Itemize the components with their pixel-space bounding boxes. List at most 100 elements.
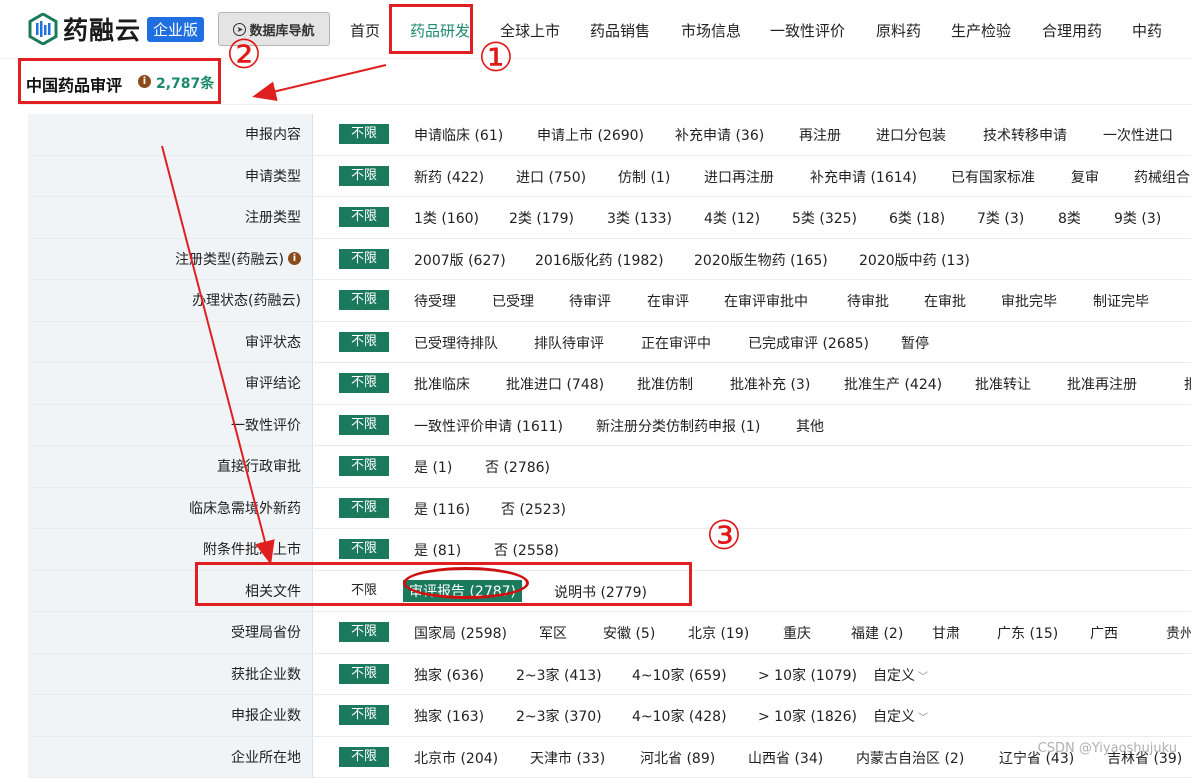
filter-option[interactable]: 广东 (15) bbox=[997, 623, 1058, 643]
filter-option[interactable]: 4类 (12) bbox=[704, 208, 760, 228]
filter-option[interactable]: 批准补充 (3) bbox=[730, 374, 810, 394]
filter-option[interactable]: 批准再注册 bbox=[1067, 374, 1137, 394]
filter-option[interactable]: 独家 (636) bbox=[414, 665, 484, 685]
filter-option[interactable]: 正在审评中 bbox=[641, 333, 711, 353]
filter-all-chip[interactable]: 不限 bbox=[339, 332, 389, 352]
filter-option[interactable]: 北京 (19) bbox=[688, 623, 749, 643]
filter-option[interactable]: 2020版中药 (13) bbox=[859, 250, 970, 270]
filter-option[interactable]: 8类 bbox=[1058, 208, 1081, 228]
filter-option[interactable]: 军区 bbox=[539, 623, 567, 643]
filter-option[interactable]: 1类 (160) bbox=[414, 208, 479, 228]
filter-option[interactable]: 2020版生物药 (165) bbox=[694, 250, 828, 270]
filter-option[interactable]: 仿制 (1) bbox=[618, 167, 670, 187]
filter-option[interactable]: 待审批 bbox=[847, 291, 889, 311]
filter-option[interactable]: 4~10家 (659) bbox=[632, 665, 727, 685]
filter-option[interactable]: 6类 (18) bbox=[889, 208, 945, 228]
filter-option[interactable]: 河北省 (89) bbox=[640, 748, 715, 768]
filter-option[interactable]: 是 (1) bbox=[414, 457, 452, 477]
filter-all-chip[interactable]: 不限 bbox=[339, 290, 389, 310]
filter-all-chip[interactable]: 不限 bbox=[339, 456, 389, 476]
filter-all-chip[interactable]: 不限 bbox=[339, 166, 389, 186]
filter-option[interactable]: 安徽 (5) bbox=[603, 623, 655, 643]
filter-option[interactable]: 2~3家 (413) bbox=[516, 665, 602, 685]
filter-option[interactable]: 排队待审评 bbox=[534, 333, 604, 353]
filter-option[interactable]: 待审评 bbox=[569, 291, 611, 311]
filter-option[interactable]: 补充申请 (1614) bbox=[810, 167, 917, 187]
filter-option[interactable]: 3类 (133) bbox=[607, 208, 672, 228]
filter-option[interactable]: 已有国家标准 bbox=[951, 167, 1035, 187]
filter-option[interactable]: 2007版 (627) bbox=[414, 250, 506, 270]
filter-all-chip[interactable]: 不限 bbox=[339, 664, 389, 684]
filter-option[interactable]: 天津市 (33) bbox=[530, 748, 605, 768]
filter-option[interactable]: 补充申请 (36) bbox=[675, 125, 764, 145]
filter-option[interactable]: 批准进口 (748) bbox=[506, 374, 604, 394]
filter-option[interactable]: 国家局 (2598) bbox=[414, 623, 507, 643]
filter-option[interactable]: 5类 (325) bbox=[792, 208, 857, 228]
filter-all-chip[interactable]: 不限 bbox=[339, 747, 389, 767]
filter-option[interactable]: 新注册分类仿制药申报 (1) bbox=[596, 416, 760, 436]
filter-option[interactable]: 否 (2558) bbox=[494, 540, 559, 560]
filter-option[interactable]: 技术转移申请 bbox=[983, 125, 1067, 145]
filter-option[interactable]: 申请临床 (61) bbox=[414, 125, 503, 145]
filter-option[interactable]: 申请上市 (2690) bbox=[537, 125, 644, 145]
nav-api[interactable]: 原料药 bbox=[876, 20, 921, 41]
filter-option[interactable]: 制证完毕 bbox=[1093, 291, 1149, 311]
filter-option[interactable]: 2类 (179) bbox=[509, 208, 574, 228]
filter-option[interactable]: 山西省 (34) bbox=[748, 748, 823, 768]
nav-consistency-eval[interactable]: 一致性评价 bbox=[770, 20, 845, 41]
nav-production-test[interactable]: 生产检验 bbox=[951, 20, 1011, 41]
filter-option[interactable]: 进口分包装 bbox=[876, 125, 946, 145]
info-icon[interactable]: i bbox=[138, 75, 151, 88]
filter-option[interactable]: > 10家 (1826) bbox=[758, 706, 857, 726]
filter-option[interactable]: 自定义﹀ bbox=[873, 665, 928, 685]
filter-option[interactable]: 新药 (422) bbox=[414, 167, 484, 187]
filter-all-chip[interactable]: 不限 bbox=[339, 207, 389, 227]
filter-option[interactable]: 药械组合 bbox=[1134, 167, 1190, 187]
filter-option[interactable]: 已完成审评 (2685) bbox=[748, 333, 869, 353]
filter-option[interactable]: 7类 (3) bbox=[977, 208, 1024, 228]
filter-option[interactable]: 暂停 bbox=[901, 333, 929, 353]
filter-option[interactable]: 内蒙古自治区 (2) bbox=[856, 748, 964, 768]
filter-option[interactable]: 进口再注册 bbox=[704, 167, 774, 187]
filter-all-chip[interactable]: 不限 bbox=[339, 498, 389, 518]
filter-option[interactable]: 一次性进口 bbox=[1103, 125, 1173, 145]
filter-option[interactable]: 批准生产 (424) bbox=[844, 374, 942, 394]
nav-tcm[interactable]: 中药 bbox=[1132, 20, 1162, 41]
logo[interactable]: 药融云 企业版 bbox=[27, 11, 204, 47]
filter-option[interactable]: 北京市 (204) bbox=[414, 748, 498, 768]
filter-option[interactable]: 否 (2523) bbox=[501, 499, 566, 519]
filter-option[interactable]: 9类 (3) bbox=[1114, 208, 1161, 228]
filter-option[interactable]: 再注册 bbox=[799, 125, 841, 145]
filter-option[interactable]: 重庆 bbox=[783, 623, 811, 643]
filter-option[interactable]: 2~3家 (370) bbox=[516, 706, 602, 726]
filter-option[interactable]: 复审 bbox=[1071, 167, 1099, 187]
nav-market-info[interactable]: 市场信息 bbox=[681, 20, 741, 41]
filter-option[interactable]: 2016版化药 (1982) bbox=[535, 250, 664, 270]
info-icon[interactable]: i bbox=[288, 252, 301, 265]
filter-option[interactable]: 批准 bbox=[1184, 374, 1191, 394]
filter-option[interactable]: 待受理 bbox=[414, 291, 456, 311]
filter-option[interactable]: 在审批 bbox=[924, 291, 966, 311]
filter-option[interactable]: 福建 (2) bbox=[851, 623, 903, 643]
nav-rational-drug-use[interactable]: 合理用药 bbox=[1042, 20, 1102, 41]
filter-option[interactable]: 已受理待排队 bbox=[414, 333, 498, 353]
filter-option[interactable]: 4~10家 (428) bbox=[632, 706, 727, 726]
filter-option[interactable]: 其他 bbox=[796, 416, 824, 436]
filter-option[interactable]: 在审评审批中 bbox=[724, 291, 808, 311]
filter-option[interactable]: 广西 bbox=[1090, 623, 1118, 643]
filter-all-chip[interactable]: 不限 bbox=[339, 124, 389, 144]
filter-option[interactable]: 自定义﹀ bbox=[873, 706, 928, 726]
filter-option[interactable]: 在审评 bbox=[647, 291, 689, 311]
filter-option[interactable]: 否 (2786) bbox=[485, 457, 550, 477]
nav-drug-sales[interactable]: 药品销售 bbox=[590, 20, 650, 41]
filter-option[interactable]: 批准临床 bbox=[414, 374, 470, 394]
filter-all-chip[interactable]: 不限 bbox=[339, 415, 389, 435]
filter-option[interactable]: 批准仿制 bbox=[637, 374, 693, 394]
filter-all-chip[interactable]: 不限 bbox=[339, 705, 389, 725]
filter-option[interactable]: 贵州 bbox=[1166, 623, 1191, 643]
filter-option[interactable]: 是 (116) bbox=[414, 499, 470, 519]
filter-all-chip[interactable]: 不限 bbox=[339, 249, 389, 269]
filter-option[interactable]: 已受理 bbox=[492, 291, 534, 311]
filter-all-chip[interactable]: 不限 bbox=[339, 622, 389, 642]
filter-all-chip[interactable]: 不限 bbox=[339, 373, 389, 393]
